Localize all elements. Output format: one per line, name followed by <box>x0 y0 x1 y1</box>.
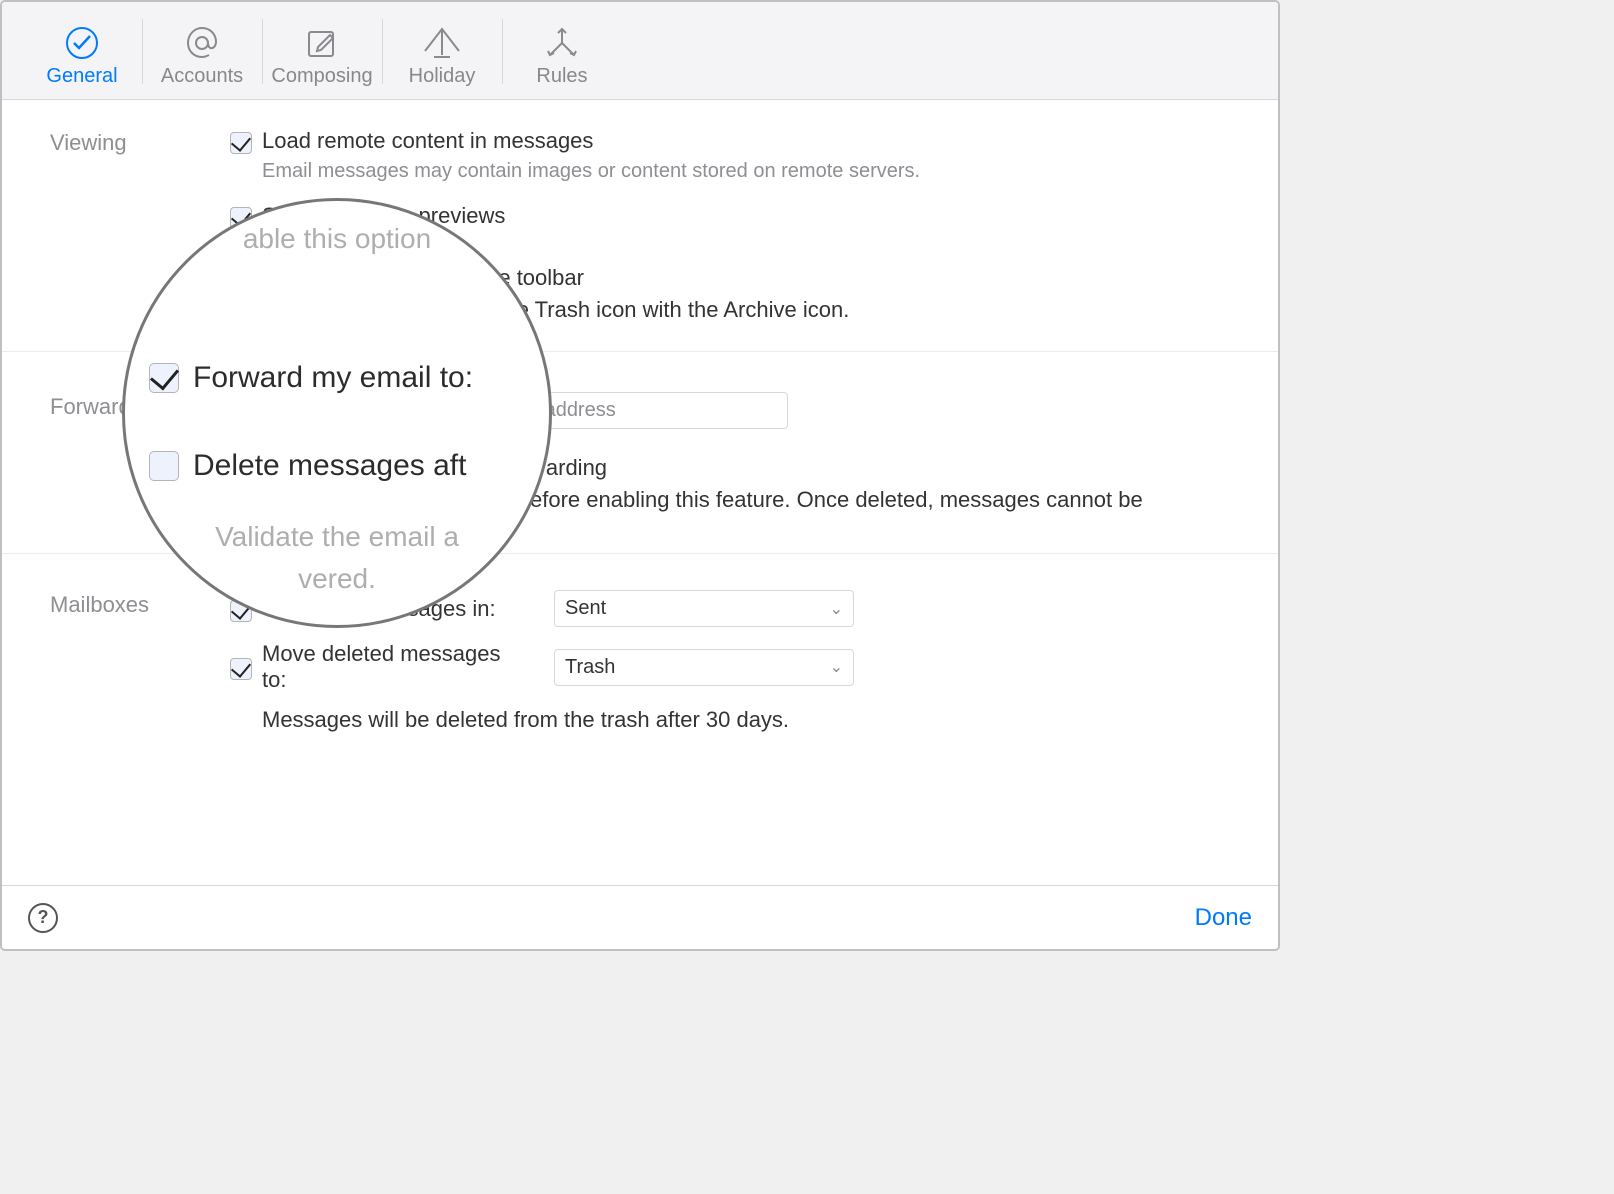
airplane-icon <box>382 17 502 61</box>
content-area: Viewing Load remote content in messages … <box>2 100 1278 885</box>
tab-holiday-label: Holiday <box>382 65 502 88</box>
tab-rules[interactable]: Rules <box>502 13 622 98</box>
label-save-sent: Save sent messages in: <box>262 596 522 622</box>
desc-toolbar-partial: e the Trash icon with the Archive icon. <box>480 297 1230 323</box>
forward-email-input[interactable]: r email address <box>468 392 788 429</box>
checkbox-load-remote[interactable] <box>230 132 252 154</box>
label-toolbar-suffix: the toolbar <box>480 265 1230 291</box>
arrows-icon <box>502 17 622 61</box>
footer: ? Done <box>2 885 1278 949</box>
desc-load-remote: Email messages may contain images or con… <box>230 160 1230 183</box>
tab-accounts[interactable]: Accounts <box>142 13 262 98</box>
tab-accounts-label: Accounts <box>142 65 262 88</box>
preferences-window: General Accounts Composing Holiday Rules <box>0 0 1280 951</box>
at-sign-icon <box>142 17 262 61</box>
section-viewing: Viewing Load remote content in messages … <box>2 100 1278 351</box>
tab-holiday[interactable]: Holiday <box>382 13 502 98</box>
toolbar: General Accounts Composing Holiday Rules <box>2 2 1278 100</box>
label-load-remote: Load remote content in messages <box>262 128 593 154</box>
select-move-deleted-value: Trash <box>565 656 615 679</box>
section-mailboxes-title: Mailboxes <box>50 590 230 753</box>
chevron-down-icon: ⌄ <box>830 599 843 619</box>
section-forwarding-title: Forwarding <box>50 392 230 513</box>
tab-rules-label: Rules <box>502 65 622 88</box>
tab-general-label: General <box>22 65 142 88</box>
chevron-down-icon: ⌄ <box>830 657 843 677</box>
label-move-deleted: Move deleted messages to: <box>262 641 522 693</box>
label-warding-suffix: warding <box>530 455 1230 481</box>
desc-delete-partial: efore enabling this feature. Once delete… <box>530 487 1230 513</box>
section-forwarding: Forwarding r email address warding efore… <box>2 351 1278 553</box>
compose-icon <box>262 17 382 61</box>
tab-composing-label: Composing <box>262 65 382 88</box>
section-mailboxes: Mailboxes Save sent messages in: Sent ⌄ … <box>2 553 1278 781</box>
checkmark-circle-icon <box>22 17 142 61</box>
checkbox-move-deleted[interactable] <box>230 658 252 680</box>
select-move-deleted[interactable]: Trash ⌄ <box>554 649 854 686</box>
done-button[interactable]: Done <box>1195 904 1252 932</box>
checkbox-show-previews[interactable] <box>230 207 252 229</box>
help-button[interactable]: ? <box>28 903 58 933</box>
tab-general[interactable]: General <box>22 13 142 98</box>
checkbox-save-sent[interactable] <box>230 600 252 622</box>
section-viewing-title: Viewing <box>50 128 230 323</box>
label-show-previews: Show message previews <box>262 203 505 229</box>
tab-composing[interactable]: Composing <box>262 13 382 98</box>
desc-trash-note: Messages will be deleted from the trash … <box>230 707 1230 733</box>
select-save-sent-value: Sent <box>565 597 606 620</box>
select-save-sent[interactable]: Sent ⌄ <box>554 590 854 627</box>
